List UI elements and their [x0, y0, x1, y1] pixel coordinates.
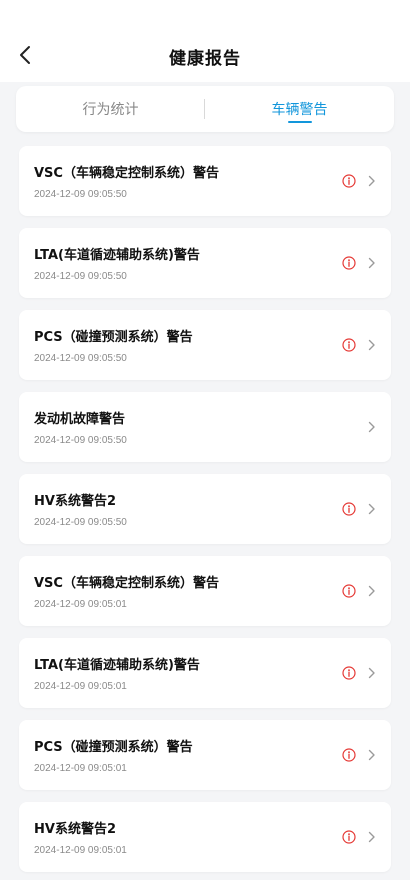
- warning-list-item[interactable]: HV系统警告2 2024-12-09 09:05:01: [19, 802, 391, 872]
- info-circle-icon: [342, 256, 356, 270]
- warning-timestamp: 2024-12-09 09:05:50: [34, 435, 127, 446]
- app-header: 健康报告: [0, 0, 410, 82]
- warning-title: HV系统警告2: [34, 822, 116, 837]
- info-circle-icon: [342, 666, 356, 680]
- chevron-right-icon: [368, 503, 375, 515]
- warning-list-item[interactable]: LTA(车道循迹辅助系统)警告 2024-12-09 09:05:01: [19, 638, 391, 708]
- info-circle-icon: [342, 338, 356, 352]
- chevron-right-icon: [368, 831, 375, 843]
- warning-timestamp: 2024-12-09 09:05:50: [34, 189, 127, 200]
- warning-timestamp: 2024-12-09 09:05:01: [34, 763, 127, 774]
- warning-list-item[interactable]: VSC（车辆稳定控制系统）警告 2024-12-09 09:05:50: [19, 146, 391, 216]
- chevron-right-icon: [368, 667, 375, 679]
- chevron-right-icon: [368, 257, 375, 269]
- health-report-page: 健康报告 行为统计 车辆警告 VSC（车辆稳定控制系统）警告 2024-12-09…: [0, 0, 410, 880]
- warning-timestamp: 2024-12-09 09:05:01: [34, 845, 127, 856]
- warning-title: HV系统警告2: [34, 494, 116, 509]
- warning-list-item[interactable]: PCS（碰撞预测系统）警告 2024-12-09 09:05:50: [19, 310, 391, 380]
- tab-behavior-stats[interactable]: 行为统计: [16, 86, 205, 132]
- warning-title: PCS（碰撞预测系统）警告: [34, 330, 193, 345]
- chevron-right-icon: [368, 339, 375, 351]
- warning-timestamp: 2024-12-09 09:05:50: [34, 353, 127, 364]
- info-circle-icon: [342, 502, 356, 516]
- warning-list-item[interactable]: 发动机故障警告 2024-12-09 09:05:50: [19, 392, 391, 462]
- warning-list-item[interactable]: VSC（车辆稳定控制系统）警告 2024-12-09 09:05:01: [19, 556, 391, 626]
- warning-title: LTA(车道循迹辅助系统)警告: [34, 248, 200, 263]
- chevron-right-icon: [368, 749, 375, 761]
- warning-timestamp: 2024-12-09 09:05:01: [34, 599, 127, 610]
- warning-list-item[interactable]: LTA(车道循迹辅助系统)警告 2024-12-09 09:05:50: [19, 228, 391, 298]
- warning-title: 发动机故障警告: [34, 412, 126, 427]
- tab-vehicle-warnings[interactable]: 车辆警告: [205, 86, 394, 132]
- active-tab-indicator: [288, 121, 312, 123]
- warning-timestamp: 2024-12-09 09:05:01: [34, 681, 127, 692]
- info-circle-icon: [342, 174, 356, 188]
- warning-timestamp: 2024-12-09 09:05:50: [34, 271, 127, 282]
- chevron-right-icon: [368, 585, 375, 597]
- tab-bar: 行为统计 车辆警告: [16, 86, 394, 132]
- warning-title: VSC（车辆稳定控制系统）警告: [34, 576, 219, 591]
- warning-list: VSC（车辆稳定控制系统）警告 2024-12-09 09:05:50 LTA(车道…: [19, 146, 391, 880]
- info-circle-icon: [342, 584, 356, 598]
- info-circle-icon: [342, 830, 356, 844]
- chevron-right-icon: [368, 175, 375, 187]
- warning-list-item[interactable]: HV系统警告2 2024-12-09 09:05:50: [19, 474, 391, 544]
- warning-title: LTA(车道循迹辅助系统)警告: [34, 658, 200, 673]
- warning-timestamp: 2024-12-09 09:05:50: [34, 517, 127, 528]
- chevron-right-icon: [368, 421, 375, 433]
- warning-list-item[interactable]: PCS（碰撞预测系统）警告 2024-12-09 09:05:01: [19, 720, 391, 790]
- info-circle-icon: [342, 748, 356, 762]
- page-title: 健康报告: [169, 49, 241, 69]
- warning-title: PCS（碰撞预测系统）警告: [34, 740, 193, 755]
- warning-title: VSC（车辆稳定控制系统）警告: [34, 166, 219, 181]
